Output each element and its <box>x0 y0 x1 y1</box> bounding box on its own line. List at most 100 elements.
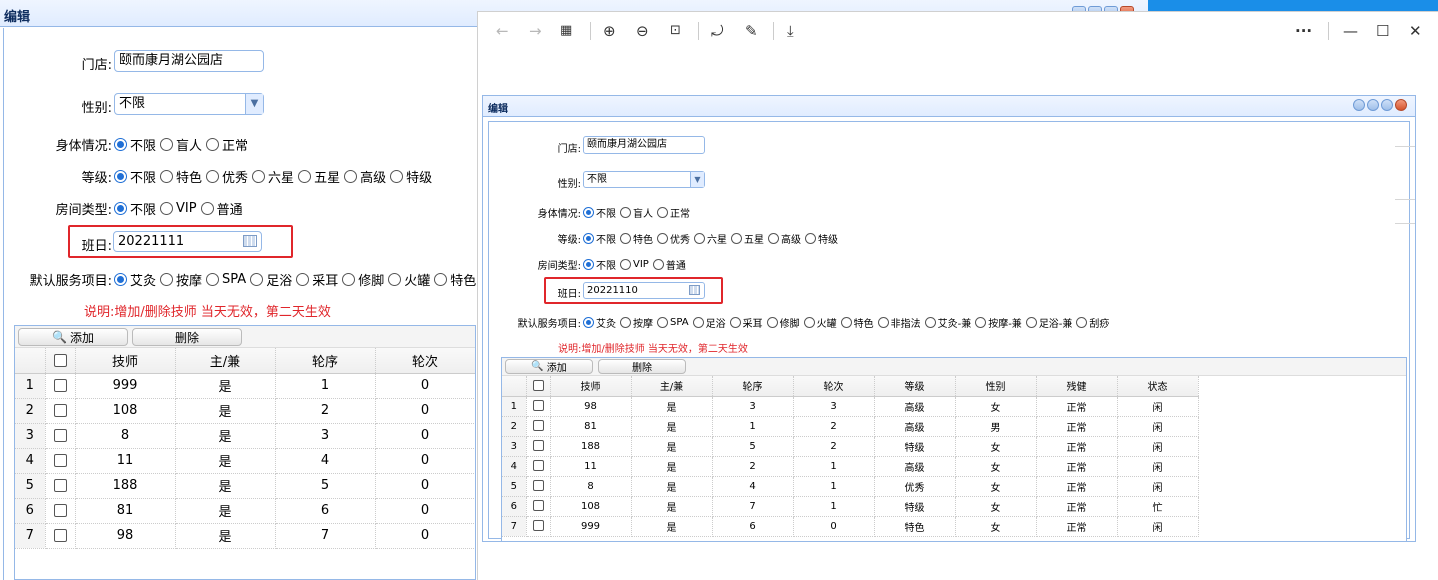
annotate-icon[interactable]: ✎ <box>745 22 758 40</box>
radio-option[interactable]: 不限 <box>583 205 616 220</box>
service-radio-group[interactable]: 艾灸 按摩 SPA 足浴 采耳 修脚 火罐 特色 非指法 艾灸-兼 按摩-兼 足浴-兼 刮痧 <box>583 315 1113 330</box>
radio-option[interactable]: 特色 <box>160 167 202 186</box>
radio-option[interactable]: VIP <box>620 259 649 270</box>
row-checkbox[interactable] <box>526 416 551 437</box>
row-checkbox[interactable] <box>45 373 76 399</box>
radio-option[interactable]: 按摩 <box>160 270 202 289</box>
radio-option[interactable]: 采耳 <box>296 270 338 289</box>
radio-unchecked-icon[interactable] <box>877 317 889 328</box>
radio-option[interactable]: 修脚 <box>342 270 384 289</box>
radio-option[interactable]: 高级 <box>344 167 386 186</box>
table-row[interactable]: 2 81 是 1 2 高级男正常闲 <box>502 416 1199 437</box>
radio-option[interactable]: 盲人 <box>620 205 653 220</box>
row-checkbox[interactable] <box>526 516 551 537</box>
table-row[interactable]: 7 999 是 6 0 特色女正常闲 <box>502 516 1199 537</box>
zoom-in-icon[interactable]: ⊕ <box>603 22 616 40</box>
row-checkbox[interactable] <box>526 436 551 457</box>
radio-unchecked-icon[interactable] <box>1076 317 1088 328</box>
radio-option[interactable]: 特色 <box>620 231 653 246</box>
radio-option[interactable]: 足浴 <box>250 270 292 289</box>
radio-checked-icon[interactable] <box>583 259 594 270</box>
radio-unchecked-icon[interactable] <box>206 138 220 151</box>
radio-option[interactable]: 五星 <box>298 167 340 186</box>
radio-unchecked-icon[interactable] <box>1025 317 1037 328</box>
radio-unchecked-icon[interactable] <box>657 207 668 218</box>
table-row[interactable]: 4 11 是 4 0 <box>15 448 475 474</box>
delete-button[interactable]: 删除 <box>598 359 686 374</box>
radio-option[interactable]: 六星 <box>694 231 727 246</box>
table-row[interactable]: 6 81 是 6 0 <box>15 498 475 524</box>
body-radio-group[interactable]: 不限 盲人 正常 <box>114 135 252 154</box>
radio-unchecked-icon[interactable] <box>692 317 704 328</box>
grid-icon[interactable]: ▦ <box>560 23 572 38</box>
radio-unchecked-icon[interactable] <box>160 273 174 286</box>
radio-checked-icon[interactable] <box>114 170 127 183</box>
radio-unchecked-icon[interactable] <box>160 170 174 183</box>
minimize-icon[interactable]: — <box>1343 22 1358 40</box>
table-row[interactable]: 5 188 是 5 0 <box>15 473 475 499</box>
radio-unchecked-icon[interactable] <box>250 273 264 286</box>
table-row[interactable]: 38是30 <box>15 423 475 449</box>
row-checkbox[interactable] <box>45 523 76 549</box>
radio-unchecked-icon[interactable] <box>206 273 220 286</box>
save-icon[interactable]: ⤓ <box>787 22 794 40</box>
row-checkbox[interactable] <box>45 423 76 449</box>
room-type-radio-group[interactable]: 不限 VIP 普通 <box>583 257 690 272</box>
row-checkbox[interactable] <box>45 398 76 424</box>
table-row[interactable]: 1 999 是 1 0 <box>15 373 475 399</box>
radio-option[interactable]: 特级 <box>805 231 838 246</box>
radio-unchecked-icon[interactable] <box>434 273 448 286</box>
chevron-down-icon[interactable]: ▼ <box>245 94 263 114</box>
gender-select[interactable]: 不限 ▼ <box>583 171 705 188</box>
radio-unchecked-icon[interactable] <box>206 170 220 183</box>
table-row[interactable]: 6 108 是 7 1 特级女正常忙 <box>502 496 1199 517</box>
radio-option[interactable]: VIP <box>160 201 197 216</box>
radio-option[interactable]: 非指法 <box>877 315 921 330</box>
row-checkbox[interactable] <box>526 396 551 417</box>
table-row[interactable]: 5 8 是 4 1 优秀女正常闲 <box>502 476 1199 497</box>
shift-date-field[interactable]: 20221110 <box>583 282 705 299</box>
radio-option[interactable]: 正常 <box>657 205 690 220</box>
grade-radio-group[interactable]: 不限 特色 优秀 六星 五星 高级 特级 <box>583 231 842 246</box>
radio-unchecked-icon[interactable] <box>657 317 668 328</box>
radio-unchecked-icon[interactable] <box>975 317 987 328</box>
radio-option[interactable]: 按摩 <box>620 315 653 330</box>
store-field[interactable]: 颐而康月湖公园店 <box>583 136 705 154</box>
radio-unchecked-icon[interactable] <box>924 317 936 328</box>
radio-unchecked-icon[interactable] <box>620 259 631 270</box>
radio-unchecked-icon[interactable] <box>805 233 816 244</box>
radio-unchecked-icon[interactable] <box>694 233 705 244</box>
table-row[interactable]: 4 11 是 2 1 高级女正常闲 <box>502 456 1199 477</box>
rotate-icon[interactable]: ⤾ <box>711 22 724 40</box>
fit-page-icon[interactable]: ⊡ <box>670 23 681 38</box>
close-icon[interactable]: ✕ <box>1409 22 1422 40</box>
radio-option[interactable]: 不限 <box>583 231 616 246</box>
row-checkbox[interactable] <box>45 448 76 474</box>
radio-unchecked-icon[interactable] <box>342 273 356 286</box>
radio-unchecked-icon[interactable] <box>803 317 815 328</box>
radio-unchecked-icon[interactable] <box>620 317 631 328</box>
gender-select[interactable]: 不限 ▼ <box>114 93 264 115</box>
more-icon[interactable]: ··· <box>1295 22 1312 40</box>
body-radio-group[interactable]: 不限 盲人 正常 <box>583 205 694 220</box>
radio-unchecked-icon[interactable] <box>731 233 742 244</box>
forward-arrow-icon[interactable]: → <box>529 22 542 40</box>
table-row[interactable]: 2 108 是 2 0 <box>15 398 475 424</box>
back-arrow-icon[interactable]: ← <box>496 22 509 40</box>
radio-unchecked-icon[interactable] <box>344 170 358 183</box>
minimize-icon[interactable] <box>1367 99 1379 111</box>
radio-option[interactable]: 特色 <box>434 270 476 289</box>
radio-option[interactable]: 不限 <box>114 199 156 218</box>
service-radio-group[interactable]: 艾灸 按摩 SPA 足浴 采耳 修脚 火罐 特色 <box>114 270 480 289</box>
calendar-icon[interactable] <box>243 235 257 247</box>
radio-option[interactable]: 刮痧 <box>1076 315 1109 330</box>
radio-option[interactable]: 盲人 <box>160 135 202 154</box>
radio-unchecked-icon[interactable] <box>620 233 631 244</box>
maximize-icon[interactable] <box>1381 99 1393 111</box>
select-all-checkbox[interactable] <box>526 376 551 397</box>
radio-option[interactable]: 五星 <box>731 231 764 246</box>
radio-checked-icon[interactable] <box>583 233 594 244</box>
radio-unchecked-icon[interactable] <box>252 170 266 183</box>
row-checkbox[interactable] <box>526 496 551 517</box>
radio-option[interactable]: 不限 <box>114 135 156 154</box>
